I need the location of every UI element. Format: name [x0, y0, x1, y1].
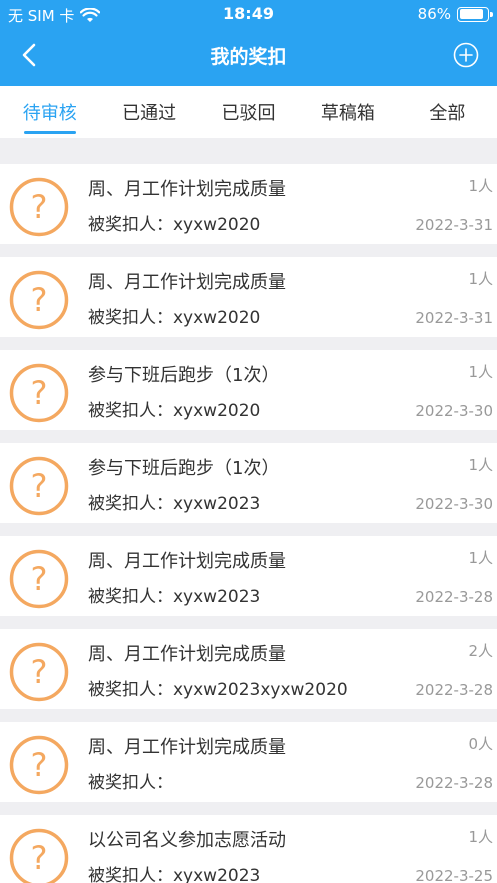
- tab-4[interactable]: 全部: [398, 86, 497, 138]
- list-item[interactable]: ? 周、月工作计划完成质量 被奖扣人：xyxw2020 1人 2022-3-31: [0, 257, 497, 337]
- wifi-icon: [80, 8, 101, 22]
- list-item[interactable]: ? 周、月工作计划完成质量被奖扣人：xyxw2023xyxw2020 2人 2022-…: [0, 629, 497, 709]
- battery-info: 86%: [417, 5, 493, 23]
- plus-circle-icon: [453, 42, 479, 68]
- list-item[interactable]: ? 周、月工作计划完成质量 被奖扣人： 0人 2022-3-28: [0, 722, 497, 802]
- item-person: 被奖扣人：xyxw2020: [88, 215, 261, 235]
- item-title: 周、月工作计划完成质量: [88, 737, 286, 758]
- status-bar: 无 SIM 卡 18:49 86%: [0, 0, 497, 28]
- record-list: ? 周、月工作计划完成质量 被奖扣人：xyxw2020 1人 2022-3-31? 周、月…: [0, 164, 497, 883]
- item-title: 参与下班后跑步（1次）: [88, 365, 280, 386]
- carrier-label: 无 SIM 卡: [8, 7, 75, 25]
- question-icon: ?: [9, 177, 69, 237]
- question-icon: ?: [9, 642, 69, 702]
- item-date: 2022-3-28: [415, 681, 493, 699]
- item-person: 被奖扣人：: [88, 773, 173, 793]
- item-date: 2022-3-25: [415, 867, 493, 883]
- list-item[interactable]: ? 周、月工作计划完成质量 被奖扣人：xyxw2023 1人 2022-3-28: [0, 536, 497, 616]
- svg-text:?: ?: [31, 281, 48, 319]
- svg-text:?: ?: [31, 746, 48, 784]
- question-icon: ?: [9, 828, 69, 883]
- tab-2[interactable]: 已驳回: [199, 86, 298, 138]
- list-item[interactable]: ? 周、月工作计划完成质量 被奖扣人：xyxw2020 1人 2022-3-31: [0, 164, 497, 244]
- question-icon: ?: [9, 549, 69, 609]
- back-button[interactable]: [14, 40, 44, 70]
- item-date: 2022-3-31: [415, 309, 493, 327]
- item-count: 1人: [468, 456, 493, 474]
- battery-percent: 86%: [417, 5, 451, 23]
- svg-text:?: ?: [31, 467, 48, 505]
- item-count: 1人: [468, 828, 493, 846]
- item-date: 2022-3-28: [415, 774, 493, 792]
- item-person: 被奖扣人：xyxw2020: [88, 308, 261, 328]
- item-title: 周、月工作计划完成质量: [88, 179, 286, 200]
- item-person: 被奖扣人：xyxw2023: [88, 494, 261, 514]
- item-count: 1人: [468, 549, 493, 567]
- question-icon: ?: [9, 456, 69, 516]
- item-title: 以公司名义参加志愿活动: [88, 830, 286, 851]
- chevron-left-icon: [22, 43, 36, 67]
- tab-0[interactable]: 待审核: [0, 86, 99, 138]
- question-icon: ?: [9, 270, 69, 330]
- item-count: 2人: [468, 642, 493, 660]
- battery-icon: [457, 6, 493, 22]
- svg-text:?: ?: [31, 653, 48, 691]
- question-icon: ?: [9, 363, 69, 423]
- item-person: 被奖扣人：xyxw2023xyxw2020: [88, 680, 348, 700]
- tab-3[interactable]: 草稿箱: [298, 86, 397, 138]
- svg-text:?: ?: [31, 188, 48, 226]
- tab-1[interactable]: 已通过: [99, 86, 198, 138]
- item-count: 1人: [468, 363, 493, 381]
- item-date: 2022-3-30: [415, 495, 493, 513]
- item-person: 被奖扣人：xyxw2023: [88, 587, 261, 607]
- item-date: 2022-3-31: [415, 216, 493, 234]
- question-icon: ?: [9, 735, 69, 795]
- carrier-info: 无 SIM 卡: [8, 5, 101, 26]
- nav-bar: 我的奖扣: [0, 30, 497, 82]
- item-person: 被奖扣人：xyxw2020: [88, 401, 261, 421]
- item-person: 被奖扣人：xyxw2023: [88, 866, 261, 883]
- item-count: 1人: [468, 270, 493, 288]
- list-item[interactable]: ? 参与下班后跑步（1次） 被奖扣人：xyxw2023 1人 2022-3-30: [0, 443, 497, 523]
- svg-text:?: ?: [31, 374, 48, 412]
- add-button[interactable]: [453, 42, 479, 68]
- item-title: 周、月工作计划完成质量: [88, 644, 286, 665]
- list-item[interactable]: ? 以公司名义参加志愿活动被奖扣人：xyxw2023 1人 2022-3-25: [0, 815, 497, 883]
- item-date: 2022-3-30: [415, 402, 493, 420]
- item-count: 1人: [468, 177, 493, 195]
- item-title: 周、月工作计划完成质量: [88, 551, 286, 572]
- filter-tabs: 待审核 已通过 已驳回 草稿箱 全部: [0, 86, 497, 138]
- item-date: 2022-3-28: [415, 588, 493, 606]
- svg-text:?: ?: [31, 839, 48, 877]
- item-count: 0人: [468, 735, 493, 753]
- svg-text:?: ?: [31, 560, 48, 598]
- top-bar: 无 SIM 卡 18:49 86% 我的奖扣: [0, 0, 497, 86]
- item-title: 周、月工作计划完成质量: [88, 272, 286, 293]
- list-item[interactable]: ? 参与下班后跑步（1次） 被奖扣人：xyxw2020 1人 2022-3-30: [0, 350, 497, 430]
- page-title: 我的奖扣: [210, 46, 287, 68]
- item-title: 参与下班后跑步（1次）: [88, 458, 280, 479]
